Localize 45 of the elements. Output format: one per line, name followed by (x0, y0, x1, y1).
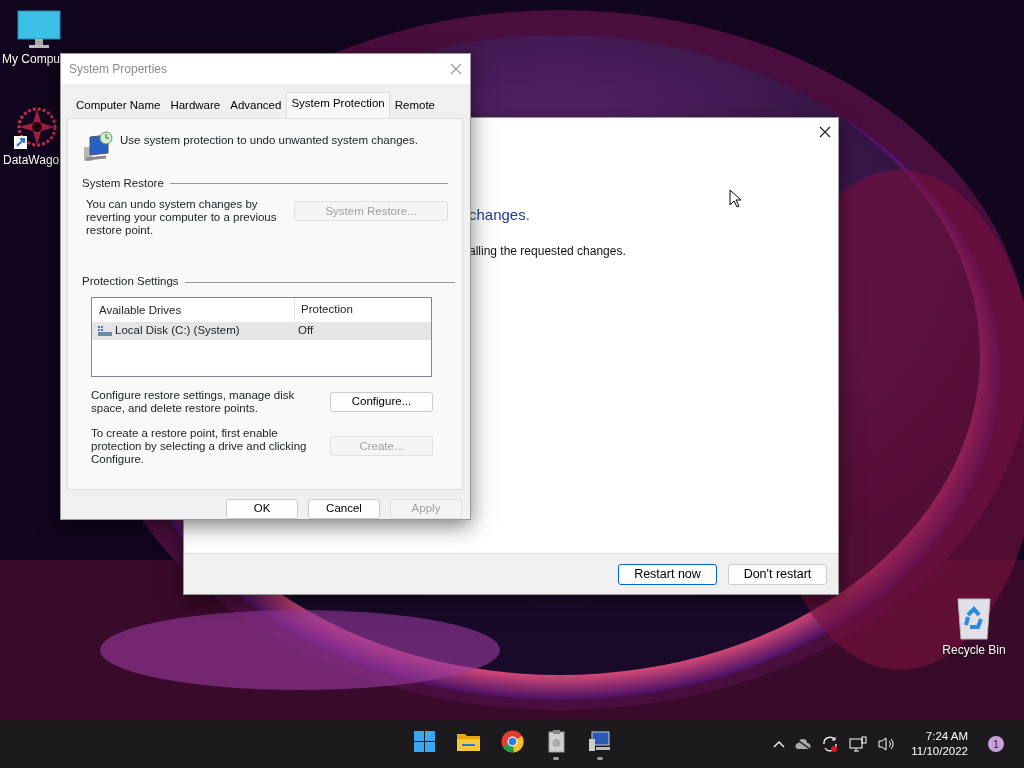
monitor-icon[interactable] (17, 10, 61, 50)
chevron-up-icon[interactable] (773, 740, 786, 748)
column-header[interactable]: Protection (295, 301, 353, 319)
description-text: Configure restore settings, manage disk space, and delete restore points. (91, 388, 296, 415)
tab[interactable]: System Protection (286, 92, 390, 119)
tab[interactable]: Computer Name (71, 94, 166, 119)
tab[interactable]: Advanced (225, 94, 287, 119)
column-header[interactable]: Available Drives (92, 297, 295, 322)
tab[interactable]: Remote (389, 94, 440, 119)
window-title: System Properties (69, 61, 168, 78)
dialog-message: alling the requested changes. (469, 243, 626, 260)
speaker-icon[interactable] (877, 736, 896, 752)
browser-icon (499, 728, 525, 754)
icon-label[interactable]: Recycle Bin (942, 641, 1006, 659)
section-title: System Restore (82, 176, 164, 192)
cloud-icon[interactable] (795, 738, 812, 750)
dialog-button[interactable]: Cancel (308, 499, 380, 519)
icon-label[interactable]: My Compu (2, 50, 60, 68)
sync-icon[interactable] (821, 735, 840, 753)
description-text: To create a restore point, first enable protection by selecting a drive and clicking Configure. (91, 426, 308, 466)
dialog-button[interactable]: Don't restart (728, 563, 827, 585)
computer-icon (82, 131, 114, 164)
tab[interactable]: Hardware (165, 94, 226, 119)
drive-row[interactable]: Local Disk (C:) (System) Off (92, 321, 431, 340)
section-title: Protection Settings (82, 274, 179, 290)
description-text: You can undo system changes by reverting your computer to a previous restore point. (86, 198, 278, 238)
table-cell-text: Local Disk (C:) (System) (115, 323, 241, 339)
notification-badge[interactable]: 1 (988, 736, 1004, 752)
intro-text: Use system protection to undo unwanted system changes. (120, 133, 418, 149)
starburst-icon[interactable] (13, 105, 57, 151)
windows-logo-icon (411, 728, 437, 754)
dialog-button[interactable]: OK (226, 499, 298, 519)
mouse-cursor-icon (729, 189, 742, 208)
computer-icon (587, 728, 613, 754)
clock-date[interactable]: 11/10/2022 (911, 744, 968, 759)
network-icon[interactable] (849, 736, 868, 752)
close-icon[interactable] (819, 126, 831, 138)
dialog-heading: changes. (469, 205, 530, 225)
recycle-bin-icon[interactable] (954, 597, 994, 641)
dialog-button[interactable]: Restart now (618, 563, 717, 585)
drive-icon (98, 325, 112, 336)
configure-button[interactable]: Configure... (330, 391, 433, 412)
table-cell-text: Off (298, 323, 314, 339)
clock-time[interactable]: 7:24 AM (911, 729, 968, 744)
icon-label[interactable]: DataWago (3, 151, 60, 169)
